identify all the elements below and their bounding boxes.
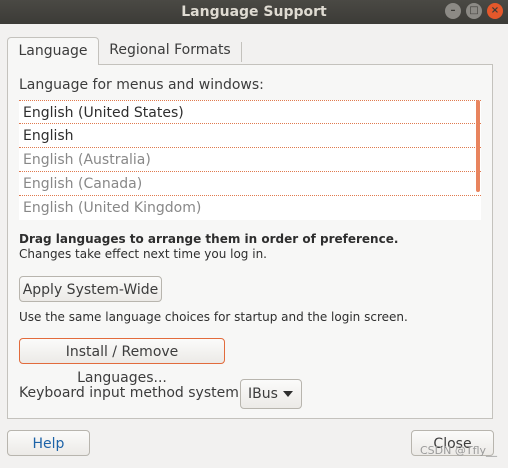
tab-language[interactable]: Language: [7, 37, 99, 65]
window-titlebar: Language Support: [0, 0, 508, 24]
language-list-item[interactable]: English (Canada): [19, 172, 481, 196]
language-list-item[interactable]: English (United States): [19, 100, 481, 124]
close-window-icon[interactable]: ×: [487, 3, 503, 19]
window-title: Language Support: [181, 4, 327, 20]
install-remove-languages-button[interactable]: Install / Remove Languages...: [19, 338, 225, 386]
tab-divider: [241, 42, 242, 62]
keyboard-input-label: Keyboard input method system:: [19, 385, 244, 401]
apply-system-wide-button[interactable]: Apply System-Wide: [19, 276, 162, 302]
language-list-item[interactable]: English: [19, 124, 481, 148]
keyboard-input-select[interactable]: IBus: [240, 379, 302, 409]
language-list-heading: Language for menus and windows:: [19, 77, 264, 93]
drag-hint: Drag languages to arrange them in order …: [19, 232, 399, 246]
chevron-down-icon: [283, 391, 293, 397]
login-hint: Changes take effect next time you log in…: [19, 247, 267, 261]
apply-note: Use the same language choices for startu…: [19, 310, 408, 324]
minimize-icon[interactable]: –: [445, 3, 461, 19]
language-list-item[interactable]: English (Australia): [19, 148, 481, 172]
maximize-icon[interactable]: □: [466, 3, 482, 19]
language-list[interactable]: English (United States) English English …: [19, 100, 481, 220]
language-list-scrollbar[interactable]: [476, 100, 480, 192]
watermark: CSDN @Tfly__: [420, 444, 498, 457]
tab-regional-formats[interactable]: Regional Formats: [100, 37, 240, 64]
keyboard-input-value: IBus: [248, 386, 278, 402]
language-list-item[interactable]: English (United Kingdom): [19, 196, 481, 220]
help-button[interactable]: Help: [7, 430, 90, 456]
